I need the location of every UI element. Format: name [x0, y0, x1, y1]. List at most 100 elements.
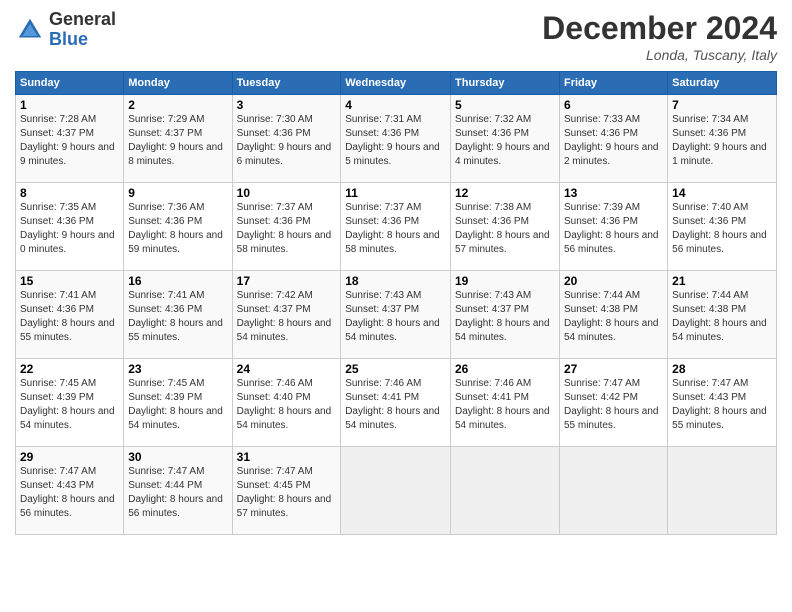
table-row: 6Sunrise: 7:33 AM Sunset: 4:36 PM Daylig…: [559, 95, 667, 183]
day-info: Sunrise: 7:45 AM Sunset: 4:39 PM Dayligh…: [20, 377, 119, 433]
table-row: 30Sunrise: 7:47 AM Sunset: 4:44 PM Dayli…: [124, 447, 232, 535]
table-row: [668, 447, 777, 535]
table-row: 7Sunrise: 7:34 AM Sunset: 4:36 PM Daylig…: [668, 95, 777, 183]
table-row: 13Sunrise: 7:39 AM Sunset: 4:36 PM Dayli…: [559, 183, 667, 271]
day-info: Sunrise: 7:32 AM Sunset: 4:36 PM Dayligh…: [455, 113, 555, 169]
day-info: Sunrise: 7:43 AM Sunset: 4:37 PM Dayligh…: [345, 289, 446, 345]
table-row: 9Sunrise: 7:36 AM Sunset: 4:36 PM Daylig…: [124, 183, 232, 271]
table-row: 19Sunrise: 7:43 AM Sunset: 4:37 PM Dayli…: [451, 271, 560, 359]
location: Londa, Tuscany, Italy: [542, 47, 777, 63]
day-number: 26: [455, 362, 555, 376]
day-number: 30: [128, 450, 227, 464]
table-row: 25Sunrise: 7:46 AM Sunset: 4:41 PM Dayli…: [341, 359, 451, 447]
table-row: 23Sunrise: 7:45 AM Sunset: 4:39 PM Dayli…: [124, 359, 232, 447]
logo-icon: [15, 15, 45, 45]
day-number: 4: [345, 98, 446, 112]
day-info: Sunrise: 7:30 AM Sunset: 4:36 PM Dayligh…: [237, 113, 337, 169]
table-row: 8Sunrise: 7:35 AM Sunset: 4:36 PM Daylig…: [16, 183, 124, 271]
table-row: [341, 447, 451, 535]
day-number: 29: [20, 450, 119, 464]
day-number: 3: [237, 98, 337, 112]
day-number: 8: [20, 186, 119, 200]
day-info: Sunrise: 7:38 AM Sunset: 4:36 PM Dayligh…: [455, 201, 555, 257]
day-number: 14: [672, 186, 772, 200]
title-section: December 2024 Londa, Tuscany, Italy: [542, 10, 777, 63]
day-info: Sunrise: 7:42 AM Sunset: 4:37 PM Dayligh…: [237, 289, 337, 345]
day-number: 17: [237, 274, 337, 288]
calendar-week-row: 15Sunrise: 7:41 AM Sunset: 4:36 PM Dayli…: [16, 271, 777, 359]
day-number: 24: [237, 362, 337, 376]
day-info: Sunrise: 7:47 AM Sunset: 4:43 PM Dayligh…: [672, 377, 772, 433]
logo-text: General Blue: [49, 10, 116, 50]
day-info: Sunrise: 7:29 AM Sunset: 4:37 PM Dayligh…: [128, 113, 227, 169]
day-number: 19: [455, 274, 555, 288]
day-info: Sunrise: 7:47 AM Sunset: 4:43 PM Dayligh…: [20, 465, 119, 521]
day-number: 12: [455, 186, 555, 200]
day-info: Sunrise: 7:41 AM Sunset: 4:36 PM Dayligh…: [128, 289, 227, 345]
table-row: 1Sunrise: 7:28 AM Sunset: 4:37 PM Daylig…: [16, 95, 124, 183]
day-info: Sunrise: 7:43 AM Sunset: 4:37 PM Dayligh…: [455, 289, 555, 345]
day-info: Sunrise: 7:46 AM Sunset: 4:41 PM Dayligh…: [455, 377, 555, 433]
table-row: 22Sunrise: 7:45 AM Sunset: 4:39 PM Dayli…: [16, 359, 124, 447]
page-header: General Blue December 2024 Londa, Tuscan…: [15, 10, 777, 63]
table-row: 29Sunrise: 7:47 AM Sunset: 4:43 PM Dayli…: [16, 447, 124, 535]
day-number: 11: [345, 186, 446, 200]
table-row: [559, 447, 667, 535]
table-row: 4Sunrise: 7:31 AM Sunset: 4:36 PM Daylig…: [341, 95, 451, 183]
day-info: Sunrise: 7:34 AM Sunset: 4:36 PM Dayligh…: [672, 113, 772, 169]
table-row: 16Sunrise: 7:41 AM Sunset: 4:36 PM Dayli…: [124, 271, 232, 359]
day-info: Sunrise: 7:35 AM Sunset: 4:36 PM Dayligh…: [20, 201, 119, 257]
day-info: Sunrise: 7:40 AM Sunset: 4:36 PM Dayligh…: [672, 201, 772, 257]
calendar-week-row: 1Sunrise: 7:28 AM Sunset: 4:37 PM Daylig…: [16, 95, 777, 183]
col-friday: Friday: [559, 72, 667, 95]
day-info: Sunrise: 7:44 AM Sunset: 4:38 PM Dayligh…: [672, 289, 772, 345]
month-title: December 2024: [542, 10, 777, 47]
col-wednesday: Wednesday: [341, 72, 451, 95]
logo-blue: Blue: [49, 30, 116, 50]
day-info: Sunrise: 7:41 AM Sunset: 4:36 PM Dayligh…: [20, 289, 119, 345]
calendar-week-row: 22Sunrise: 7:45 AM Sunset: 4:39 PM Dayli…: [16, 359, 777, 447]
table-row: 2Sunrise: 7:29 AM Sunset: 4:37 PM Daylig…: [124, 95, 232, 183]
table-row: 10Sunrise: 7:37 AM Sunset: 4:36 PM Dayli…: [232, 183, 341, 271]
logo: General Blue: [15, 10, 116, 50]
day-number: 18: [345, 274, 446, 288]
day-info: Sunrise: 7:28 AM Sunset: 4:37 PM Dayligh…: [20, 113, 119, 169]
day-info: Sunrise: 7:36 AM Sunset: 4:36 PM Dayligh…: [128, 201, 227, 257]
logo-general: General: [49, 10, 116, 30]
calendar-week-row: 29Sunrise: 7:47 AM Sunset: 4:43 PM Dayli…: [16, 447, 777, 535]
day-number: 1: [20, 98, 119, 112]
day-info: Sunrise: 7:47 AM Sunset: 4:42 PM Dayligh…: [564, 377, 663, 433]
calendar-week-row: 8Sunrise: 7:35 AM Sunset: 4:36 PM Daylig…: [16, 183, 777, 271]
day-info: Sunrise: 7:44 AM Sunset: 4:38 PM Dayligh…: [564, 289, 663, 345]
day-info: Sunrise: 7:37 AM Sunset: 4:36 PM Dayligh…: [237, 201, 337, 257]
day-number: 20: [564, 274, 663, 288]
day-info: Sunrise: 7:31 AM Sunset: 4:36 PM Dayligh…: [345, 113, 446, 169]
table-row: 15Sunrise: 7:41 AM Sunset: 4:36 PM Dayli…: [16, 271, 124, 359]
day-number: 2: [128, 98, 227, 112]
table-row: 11Sunrise: 7:37 AM Sunset: 4:36 PM Dayli…: [341, 183, 451, 271]
table-row: 26Sunrise: 7:46 AM Sunset: 4:41 PM Dayli…: [451, 359, 560, 447]
day-number: 27: [564, 362, 663, 376]
table-row: 18Sunrise: 7:43 AM Sunset: 4:37 PM Dayli…: [341, 271, 451, 359]
day-number: 25: [345, 362, 446, 376]
day-number: 31: [237, 450, 337, 464]
day-info: Sunrise: 7:47 AM Sunset: 4:45 PM Dayligh…: [237, 465, 337, 521]
table-row: 3Sunrise: 7:30 AM Sunset: 4:36 PM Daylig…: [232, 95, 341, 183]
day-number: 6: [564, 98, 663, 112]
day-number: 15: [20, 274, 119, 288]
day-info: Sunrise: 7:37 AM Sunset: 4:36 PM Dayligh…: [345, 201, 446, 257]
table-row: [451, 447, 560, 535]
day-number: 10: [237, 186, 337, 200]
table-row: 5Sunrise: 7:32 AM Sunset: 4:36 PM Daylig…: [451, 95, 560, 183]
table-row: 21Sunrise: 7:44 AM Sunset: 4:38 PM Dayli…: [668, 271, 777, 359]
calendar-table: Sunday Monday Tuesday Wednesday Thursday…: [15, 71, 777, 535]
day-number: 22: [20, 362, 119, 376]
page-container: General Blue December 2024 Londa, Tuscan…: [0, 0, 792, 612]
table-row: 17Sunrise: 7:42 AM Sunset: 4:37 PM Dayli…: [232, 271, 341, 359]
col-monday: Monday: [124, 72, 232, 95]
day-number: 23: [128, 362, 227, 376]
day-info: Sunrise: 7:46 AM Sunset: 4:41 PM Dayligh…: [345, 377, 446, 433]
col-thursday: Thursday: [451, 72, 560, 95]
day-number: 7: [672, 98, 772, 112]
table-row: 24Sunrise: 7:46 AM Sunset: 4:40 PM Dayli…: [232, 359, 341, 447]
